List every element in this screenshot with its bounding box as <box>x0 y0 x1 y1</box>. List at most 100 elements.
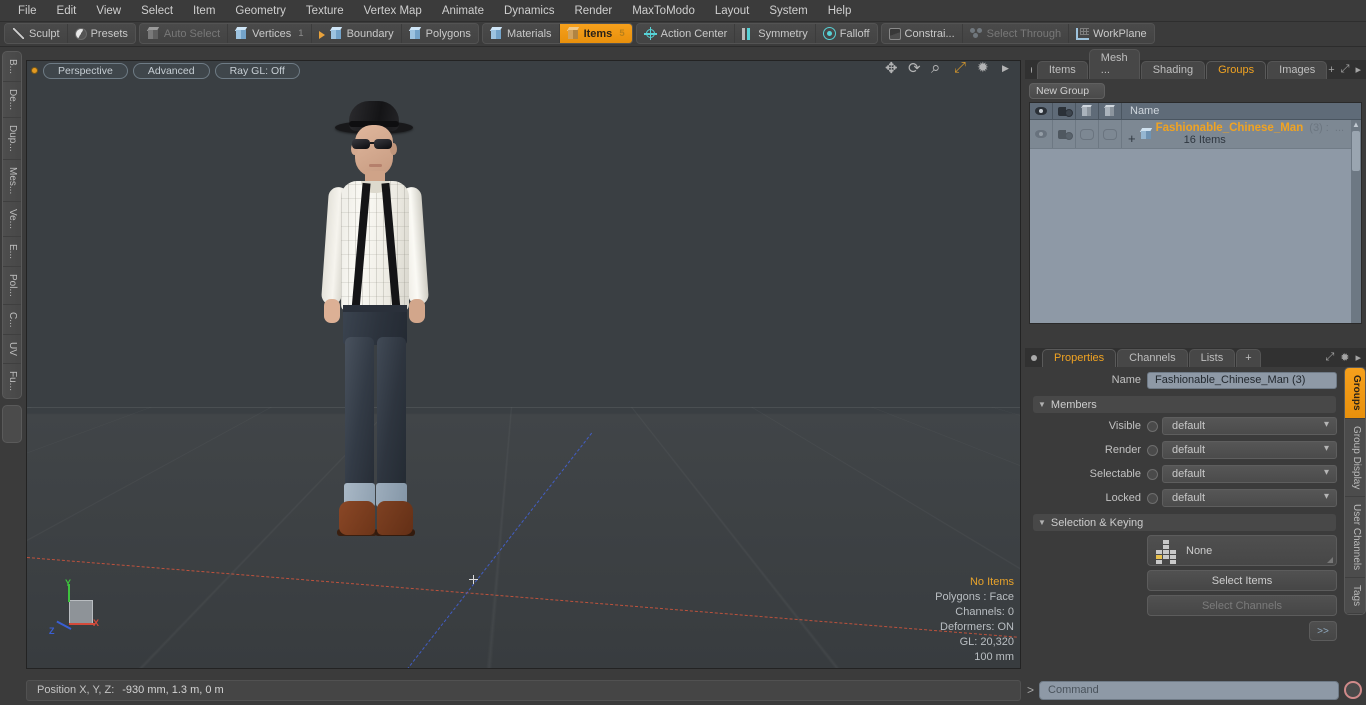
menu-item-item[interactable]: Item <box>183 3 225 19</box>
character-model-fashionable-chinese-man[interactable] <box>279 101 479 629</box>
constraint-button[interactable]: Constrai... <box>881 24 963 43</box>
rotate-icon[interactable] <box>908 61 922 77</box>
more-options-button[interactable]: >> <box>1309 621 1337 641</box>
menu-item-render[interactable]: Render <box>564 3 622 19</box>
name-field[interactable]: Fashionable_Chinese_Man (3) <box>1147 371 1337 389</box>
axis-gizmo[interactable]: Y X Z <box>49 578 109 640</box>
fit-icon[interactable] <box>954 61 968 77</box>
chevron-right-icon[interactable]: ▸ <box>1355 351 1361 364</box>
symmetry-button[interactable]: Symmetry <box>735 24 816 43</box>
row-shaded-toggle[interactable] <box>1099 120 1122 148</box>
items-button[interactable]: Items 5 <box>559 24 632 43</box>
scrollbar-thumb[interactable] <box>1352 131 1360 171</box>
right-tab-user-channels[interactable]: User Channels <box>1345 496 1365 579</box>
row-render-toggle[interactable] <box>1053 120 1076 148</box>
expand-icon[interactable]: ⤢ <box>1325 351 1334 364</box>
new-group-button[interactable]: New Group <box>1029 83 1105 99</box>
menu-item-system[interactable]: System <box>759 3 817 19</box>
command-input[interactable]: Command <box>1039 680 1339 700</box>
vertices-button[interactable]: Vertices 1 <box>228 24 312 43</box>
groups-tree[interactable]: Name + Fashionable_Chinese_Man (3) : ... <box>1029 102 1362 324</box>
selectable-knob-icon[interactable] <box>1147 468 1158 480</box>
menu-item-file[interactable]: File <box>8 3 47 19</box>
column-wireframe[interactable] <box>1076 103 1099 119</box>
selectable-dropdown[interactable]: default <box>1162 465 1337 483</box>
menu-item-dynamics[interactable]: Dynamics <box>494 3 564 19</box>
auto-select-button[interactable]: Auto Select <box>139 24 229 43</box>
left-tab-duplicate[interactable]: Dup... <box>3 118 21 160</box>
row-name-cell[interactable]: + Fashionable_Chinese_Man (3) : ... 16 I… <box>1122 120 1361 148</box>
viewport-projection-pill[interactable]: Perspective <box>43 62 128 79</box>
move-icon[interactable] <box>885 61 899 77</box>
right-tab-group-display[interactable]: Group Display <box>1345 418 1365 497</box>
menu-item-animate[interactable]: Animate <box>432 3 494 19</box>
panel-menu-dot[interactable] <box>1031 355 1037 361</box>
left-tab-extra-panel[interactable] <box>2 405 22 444</box>
menu-item-layout[interactable]: Layout <box>705 3 760 19</box>
tab-shading[interactable]: Shading <box>1140 61 1206 79</box>
left-tab-edge[interactable]: E... <box>3 237 21 268</box>
tab-add[interactable]: + <box>1236 349 1261 367</box>
zoom-icon[interactable] <box>931 61 945 78</box>
right-tab-groups[interactable]: Groups <box>1345 368 1365 419</box>
selection-keying-section-header[interactable]: ▼ Selection & Keying <box>1033 514 1336 531</box>
tab-groups[interactable]: Groups <box>1206 61 1267 79</box>
tab-lists[interactable]: Lists <box>1188 349 1236 367</box>
menu-item-texture[interactable]: Texture <box>296 3 354 19</box>
render-dropdown[interactable]: default <box>1162 441 1337 459</box>
left-tab-curve[interactable]: C... <box>3 304 21 336</box>
locked-dropdown[interactable]: default <box>1162 489 1337 507</box>
members-section-header[interactable]: ▼ Members <box>1033 396 1336 413</box>
column-visibility[interactable] <box>1030 103 1053 119</box>
locked-knob-icon[interactable] <box>1147 492 1158 504</box>
play-icon[interactable] <box>1000 63 1014 77</box>
action-center-button[interactable]: Action Center <box>636 24 736 43</box>
menu-item-geometry[interactable]: Geometry <box>225 3 296 19</box>
left-tab-deform[interactable]: De... <box>3 82 21 119</box>
left-tab-vertex[interactable]: Ve... <box>3 202 21 238</box>
render-knob-icon[interactable] <box>1147 444 1158 456</box>
presets-button[interactable]: Presets <box>67 24 135 43</box>
visible-knob-icon[interactable] <box>1147 420 1158 432</box>
menu-item-view[interactable]: View <box>86 3 131 19</box>
select-through-button[interactable]: Select Through <box>962 24 1070 43</box>
groups-tree-scrollbar[interactable]: ▲ <box>1351 120 1361 323</box>
viewport-raygl-pill[interactable]: Ray GL: Off <box>214 62 300 79</box>
falloff-button[interactable]: Falloff <box>815 24 877 43</box>
select-items-button[interactable]: Select Items <box>1147 570 1337 591</box>
left-tab-basic[interactable]: B... <box>3 52 21 83</box>
menu-item-vertex-map[interactable]: Vertex Map <box>354 3 432 19</box>
expand-toggle-icon[interactable]: + <box>1128 131 1136 146</box>
boundary-button[interactable]: Boundary <box>311 24 402 43</box>
viewport-menu-dot[interactable] <box>31 67 38 74</box>
tab-mesh-ops[interactable]: Mesh ... <box>1088 49 1140 79</box>
table-row[interactable]: + Fashionable_Chinese_Man (3) : ... 16 I… <box>1030 120 1361 149</box>
keying-preset-button[interactable]: None <box>1147 535 1337 566</box>
chevron-right-icon[interactable]: ▸ <box>1355 63 1361 76</box>
tab-channels[interactable]: Channels <box>1117 349 1188 367</box>
menu-item-help[interactable]: Help <box>818 3 862 19</box>
add-tab-icon[interactable]: + <box>1328 64 1334 76</box>
gear-icon[interactable] <box>977 61 991 77</box>
visible-dropdown[interactable]: default <box>1162 417 1337 435</box>
tab-items[interactable]: Items <box>1036 61 1088 79</box>
right-tab-tags[interactable]: Tags <box>1345 578 1365 615</box>
scroll-up-arrow[interactable]: ▲ <box>1351 120 1361 129</box>
panel-menu-dot[interactable] <box>1031 67 1032 73</box>
left-tab-mesh[interactable]: Mes... <box>3 159 21 203</box>
select-channels-button[interactable]: Select Channels <box>1147 595 1337 616</box>
left-tab-uv[interactable]: UV <box>3 335 21 365</box>
row-wireframe-toggle[interactable] <box>1076 120 1099 148</box>
row-visibility-toggle[interactable] <box>1030 120 1053 148</box>
menu-item-select[interactable]: Select <box>131 3 183 19</box>
materials-button[interactable]: Materials <box>482 24 560 43</box>
viewport-3d[interactable]: Y X Z Perspective Advanced Ray GL: Off N… <box>26 60 1021 669</box>
tab-images[interactable]: Images <box>1267 61 1328 79</box>
sculpt-button[interactable]: Sculpt <box>5 24 68 43</box>
expand-icon[interactable]: ⤢ <box>1341 63 1350 76</box>
left-tab-polygon[interactable]: Pol... <box>3 267 21 305</box>
tab-properties[interactable]: Properties <box>1042 349 1117 367</box>
column-shaded[interactable] <box>1099 103 1122 119</box>
menu-item-maxtomodo[interactable]: MaxToModo <box>622 3 705 19</box>
column-render[interactable] <box>1053 103 1076 119</box>
